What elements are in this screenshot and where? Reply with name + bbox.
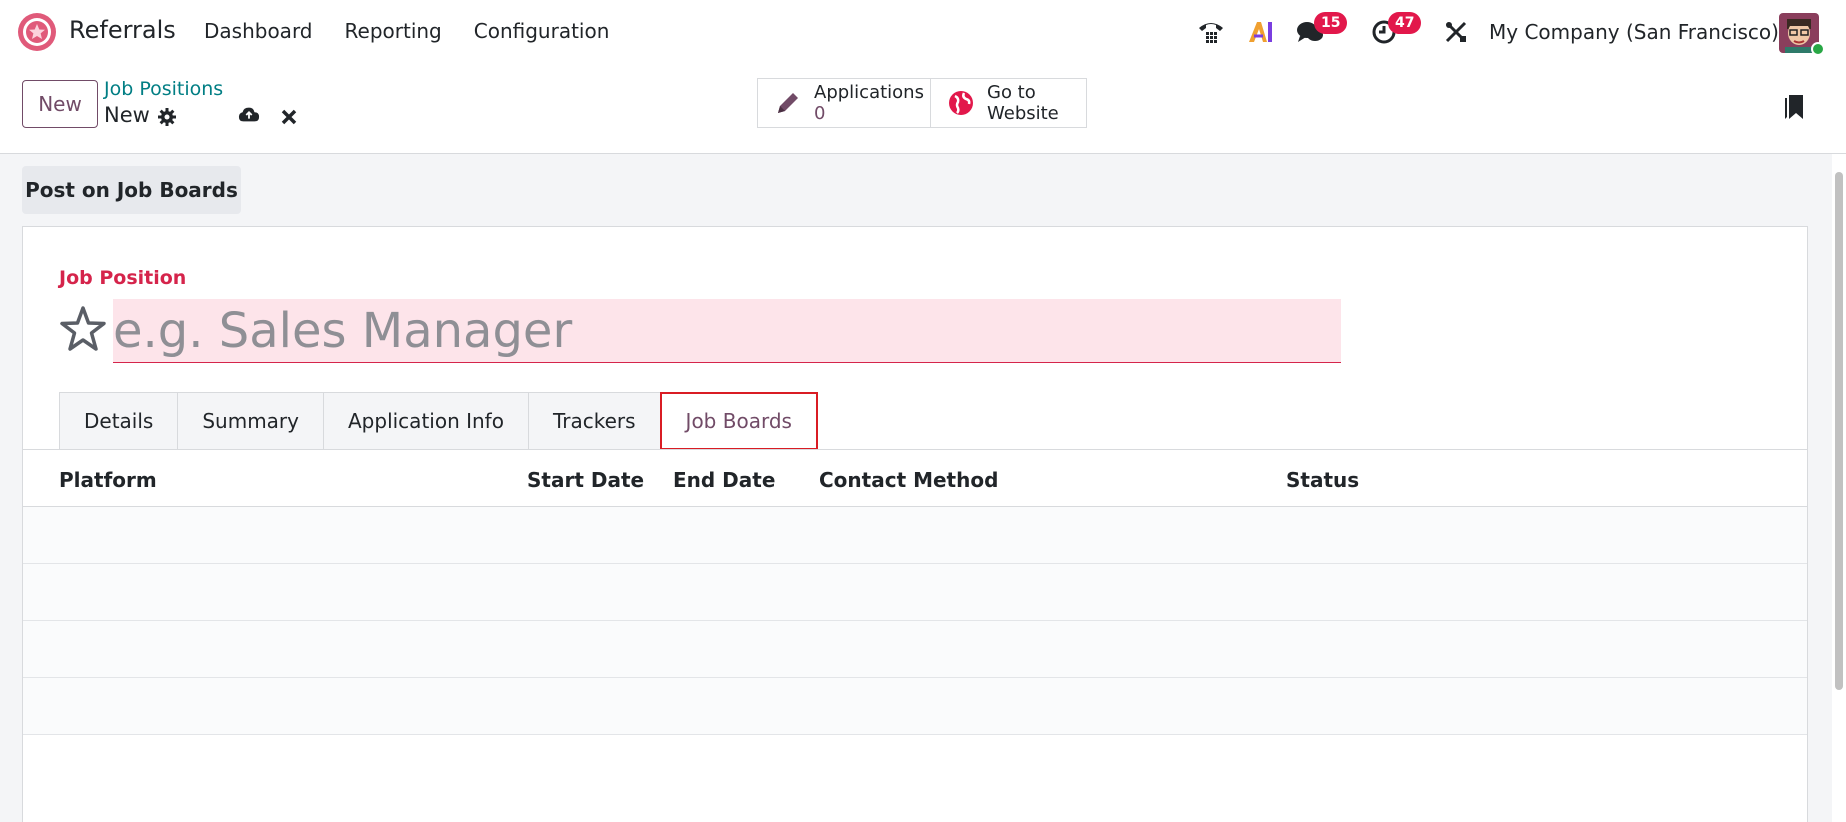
applications-label: Applications	[814, 82, 924, 103]
tab-job-boards[interactable]: Job Boards	[659, 392, 818, 450]
table-row	[23, 678, 1807, 735]
online-status-dot	[1811, 42, 1825, 56]
column-status[interactable]: Status	[1286, 468, 1359, 492]
column-contact-method[interactable]: Contact Method	[819, 468, 998, 492]
referrals-app-icon[interactable]	[17, 12, 57, 52]
table-header: Platform Start Date End Date Contact Met…	[23, 450, 1807, 507]
tools-icon[interactable]	[1438, 14, 1474, 50]
gear-icon[interactable]	[156, 106, 178, 128]
post-on-job-boards-button[interactable]: Post on Job Boards	[22, 166, 241, 214]
activity-badge: 47	[1388, 12, 1422, 34]
form-view: Post on Job Boards Job Position Details …	[0, 154, 1846, 822]
table-row	[23, 507, 1807, 564]
column-start-date[interactable]: Start Date	[527, 468, 644, 492]
app-name[interactable]: Referrals	[69, 16, 176, 44]
save-cloud-icon[interactable]	[238, 104, 260, 126]
table-row	[23, 621, 1807, 678]
form-sheet: Job Position Details Summary Application…	[22, 226, 1808, 822]
user-avatar[interactable]	[1779, 13, 1825, 56]
bookmark-icon[interactable]	[1782, 92, 1806, 122]
pencil-icon	[774, 89, 802, 117]
applications-smart-button[interactable]: Applications 0	[757, 78, 931, 128]
scrollbar-thumb[interactable]	[1835, 172, 1843, 690]
globe-icon	[947, 89, 975, 117]
company-switcher[interactable]: My Company (San Francisco)	[1489, 20, 1779, 44]
tab-summary[interactable]: Summary	[177, 392, 323, 450]
menu-configuration[interactable]: Configuration	[474, 19, 610, 43]
menu-dashboard[interactable]: Dashboard	[204, 19, 313, 43]
column-platform[interactable]: Platform	[59, 468, 157, 492]
go-to-website-smart-button[interactable]: Go to Website	[930, 78, 1087, 128]
breadcrumb-job-positions[interactable]: Job Positions	[104, 78, 223, 100]
control-panel: New Job Positions New Applications 0 Go …	[0, 62, 1846, 154]
table-row	[23, 564, 1807, 621]
form-tabs: Details Summary Application Info Tracker…	[59, 392, 818, 450]
new-button[interactable]: New	[22, 80, 98, 128]
applications-count: 0	[814, 103, 826, 124]
main-menu: Dashboard Reporting Configuration	[204, 19, 609, 43]
job-position-name-input[interactable]	[113, 299, 1341, 363]
chat-badge: 15	[1314, 12, 1348, 34]
phone-icon[interactable]	[1193, 14, 1229, 50]
website-label-line2: Website	[987, 103, 1059, 124]
tab-application-info[interactable]: Application Info	[323, 392, 528, 450]
job-position-label: Job Position	[59, 267, 187, 289]
column-end-date[interactable]: End Date	[673, 468, 775, 492]
tab-details[interactable]: Details	[59, 392, 178, 450]
website-label-line1: Go to	[987, 82, 1036, 103]
top-navbar: Referrals Dashboard Reporting Configurat…	[0, 0, 1846, 62]
table-row	[23, 735, 1807, 792]
ai-icon[interactable]	[1243, 14, 1279, 50]
job-boards-table: Platform Start Date End Date Contact Met…	[23, 449, 1807, 792]
tab-trackers[interactable]: Trackers	[527, 392, 660, 450]
discard-close-icon[interactable]	[278, 106, 300, 128]
menu-reporting[interactable]: Reporting	[345, 19, 442, 43]
favorite-star-icon[interactable]	[59, 305, 107, 353]
breadcrumb-current: New	[104, 103, 150, 127]
